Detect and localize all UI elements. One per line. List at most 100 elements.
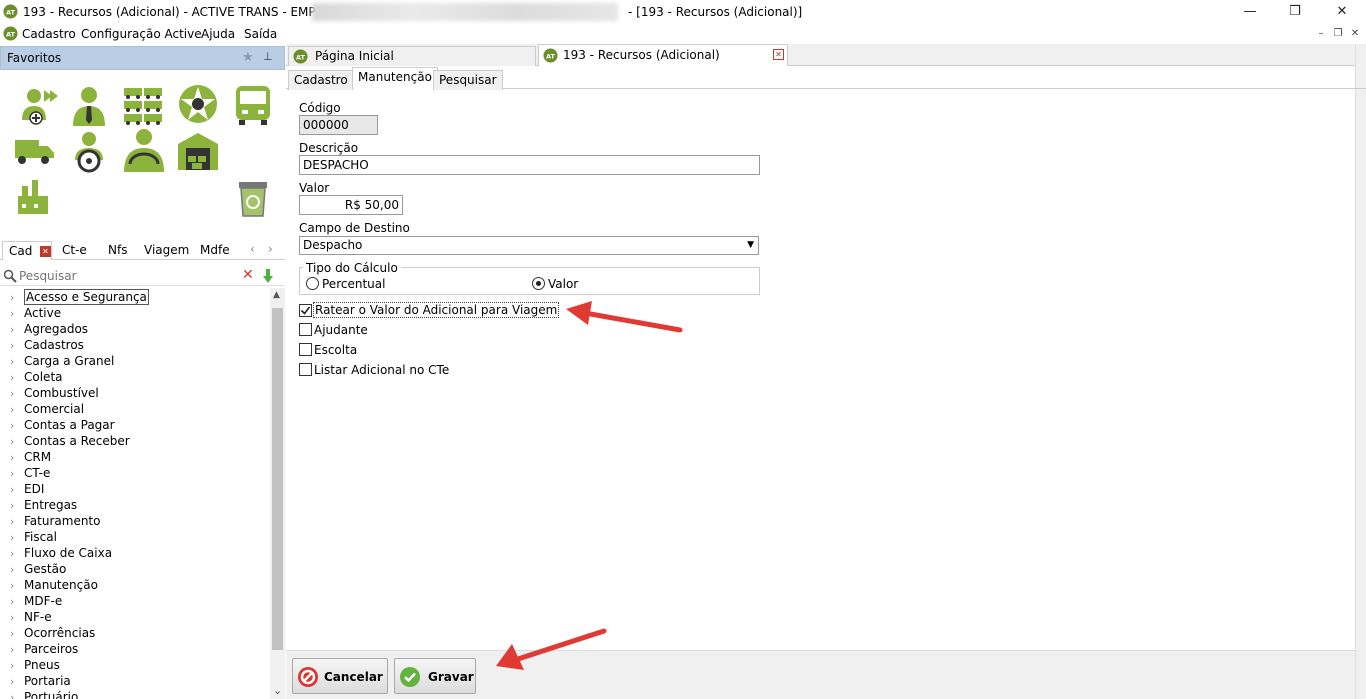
- tree-item[interactable]: › Acesso e Segurança: [10, 289, 149, 305]
- radio-valor[interactable]: [532, 277, 545, 290]
- expand-chevron-icon[interactable]: ›: [10, 370, 24, 386]
- scroll-up-icon[interactable]: ▲: [273, 290, 280, 300]
- close-icon[interactable]: ✕: [773, 49, 784, 60]
- expand-chevron-icon[interactable]: ›: [10, 322, 24, 338]
- tab-manutencao[interactable]: Manutenção: [352, 67, 438, 89]
- tree-item[interactable]: › Coleta: [10, 369, 63, 385]
- radio-percentual-label[interactable]: Percentual: [322, 277, 385, 291]
- minimize-button[interactable]: —: [1240, 3, 1260, 21]
- tree-item[interactable]: › EDI: [10, 481, 44, 497]
- expand-chevron-icon[interactable]: ›: [10, 610, 24, 626]
- descricao-field[interactable]: DESPACHO: [299, 155, 760, 175]
- checkbox-ratear-label[interactable]: Ratear o Valor do Adicional para Viagem: [313, 302, 560, 318]
- expand-chevron-icon[interactable]: ›: [10, 658, 24, 674]
- checkbox-ajudante[interactable]: [299, 323, 312, 336]
- expand-chevron-icon[interactable]: ›: [10, 642, 24, 658]
- tree-item[interactable]: › Carga a Granel: [10, 353, 114, 369]
- tree-item[interactable]: › Agregados: [10, 321, 88, 337]
- menu-configuracao-active[interactable]: Configuração Active: [81, 27, 202, 41]
- expand-chevron-icon[interactable]: ›: [10, 546, 24, 562]
- tab-mdfe[interactable]: Mdfe: [194, 241, 236, 260]
- checkbox-ratear[interactable]: [299, 304, 312, 317]
- down-arrow-green-icon[interactable]: [262, 269, 274, 283]
- bus-front-icon[interactable]: [231, 82, 275, 126]
- mdi-minimize-button[interactable]: –: [1313, 27, 1329, 41]
- tab-cad[interactable]: Cad ✕: [2, 241, 52, 260]
- checkbox-listar-cte-label[interactable]: Listar Adicional no CTe: [314, 363, 449, 377]
- warehouse-icon[interactable]: [176, 130, 220, 174]
- tree-item[interactable]: › Cadastros: [10, 337, 84, 353]
- expand-chevron-icon[interactable]: ›: [10, 386, 24, 402]
- tree-item[interactable]: › Contas a Receber: [10, 433, 130, 449]
- mdi-close-button[interactable]: ✕: [1347, 27, 1363, 41]
- small-truck-icon[interactable]: [12, 130, 56, 174]
- tree-item[interactable]: › Parceiros: [10, 641, 78, 657]
- star-icon[interactable]: ★: [242, 50, 254, 65]
- menu-cadastro[interactable]: Cadastro: [22, 27, 76, 41]
- expand-chevron-icon[interactable]: ›: [10, 338, 24, 354]
- tree-item[interactable]: › Comercial: [10, 401, 84, 417]
- tree-item[interactable]: › Contas a Pagar: [10, 417, 115, 433]
- scroll-thumb[interactable]: [272, 308, 283, 650]
- tab-nfs[interactable]: Nfs: [102, 241, 133, 260]
- mdi-restore-button[interactable]: ❐: [1330, 27, 1346, 41]
- checkbox-listar-cte[interactable]: [299, 363, 312, 376]
- expand-chevron-icon[interactable]: ›: [10, 626, 24, 642]
- checkbox-ajudante-label[interactable]: Ajudante: [314, 323, 368, 337]
- tree-item[interactable]: › MDF-e: [10, 593, 62, 609]
- tab-pagina-inicial[interactable]: AT Página Inicial: [288, 46, 536, 66]
- expand-chevron-icon[interactable]: ›: [10, 674, 24, 690]
- tab-pesquisar[interactable]: Pesquisar: [433, 70, 503, 90]
- expand-chevron-icon[interactable]: ›: [10, 290, 24, 306]
- tree-item[interactable]: › Manutenção: [10, 577, 98, 593]
- search-input[interactable]: [19, 267, 234, 284]
- tree-item[interactable]: › Combustível: [10, 385, 99, 401]
- expand-chevron-icon[interactable]: ›: [10, 594, 24, 610]
- campo-destino-select[interactable]: Despacho ▼: [299, 236, 759, 255]
- chevron-right-icon[interactable]: ›: [268, 242, 273, 256]
- truck-fleet-icon[interactable]: [122, 84, 166, 128]
- tab-cte[interactable]: Ct-e: [56, 241, 93, 260]
- expand-chevron-icon[interactable]: ›: [10, 562, 24, 578]
- tree-item[interactable]: › Portuário: [10, 689, 78, 699]
- driver-seat-icon[interactable]: [122, 128, 166, 172]
- tree-item[interactable]: › Faturamento: [10, 513, 100, 529]
- expand-chevron-icon[interactable]: ›: [10, 402, 24, 418]
- tree-item[interactable]: › NF-e: [10, 609, 52, 625]
- clear-search-icon[interactable]: ✕: [242, 267, 254, 283]
- pin-icon[interactable]: ⊥: [263, 50, 273, 63]
- driver-wheel-icon[interactable]: [67, 130, 111, 174]
- expand-chevron-icon[interactable]: ›: [10, 498, 24, 514]
- expand-chevron-icon[interactable]: ›: [10, 690, 24, 699]
- expand-chevron-icon[interactable]: ›: [10, 434, 24, 450]
- checkbox-escolta[interactable]: [299, 343, 312, 356]
- maximize-button[interactable]: ❒: [1285, 3, 1305, 21]
- tab-cadastro[interactable]: Cadastro: [288, 70, 354, 90]
- tree-item[interactable]: › Portaria: [10, 673, 71, 689]
- expand-chevron-icon[interactable]: ›: [10, 514, 24, 530]
- recycle-bin-icon[interactable]: [231, 176, 275, 220]
- valor-field[interactable]: R$ 50,00: [299, 195, 403, 215]
- close-button[interactable]: ✕: [1332, 3, 1352, 21]
- expand-chevron-icon[interactable]: ›: [10, 466, 24, 482]
- tab-recursos-adicional[interactable]: AT 193 - Recursos (Adicional) ✕: [538, 44, 788, 66]
- menu-saida[interactable]: Saída: [244, 27, 277, 41]
- radio-valor-label[interactable]: Valor: [548, 277, 578, 291]
- expand-chevron-icon[interactable]: ›: [10, 450, 24, 466]
- tree-scrollbar[interactable]: ▲ ⌄: [270, 288, 285, 699]
- radio-percentual[interactable]: [306, 277, 319, 290]
- steering-star-icon[interactable]: [176, 82, 220, 126]
- menu-ajuda[interactable]: Ajuda: [201, 27, 235, 41]
- checkbox-escolta-label[interactable]: Escolta: [314, 343, 357, 357]
- expand-chevron-icon[interactable]: ›: [10, 418, 24, 434]
- right-scrollbar[interactable]: [1355, 44, 1366, 699]
- tree-item[interactable]: › Fluxo de Caixa: [10, 545, 112, 561]
- expand-chevron-icon[interactable]: ›: [10, 482, 24, 498]
- tab-viagem[interactable]: Viagem: [138, 241, 195, 260]
- tree-item[interactable]: › Active: [10, 305, 61, 321]
- expand-chevron-icon[interactable]: ›: [10, 530, 24, 546]
- chevron-left-icon[interactable]: ‹: [250, 242, 255, 256]
- tree-item[interactable]: › Fiscal: [10, 529, 57, 545]
- factory-icon[interactable]: [12, 176, 56, 220]
- tree-item[interactable]: › Ocorrências: [10, 625, 95, 641]
